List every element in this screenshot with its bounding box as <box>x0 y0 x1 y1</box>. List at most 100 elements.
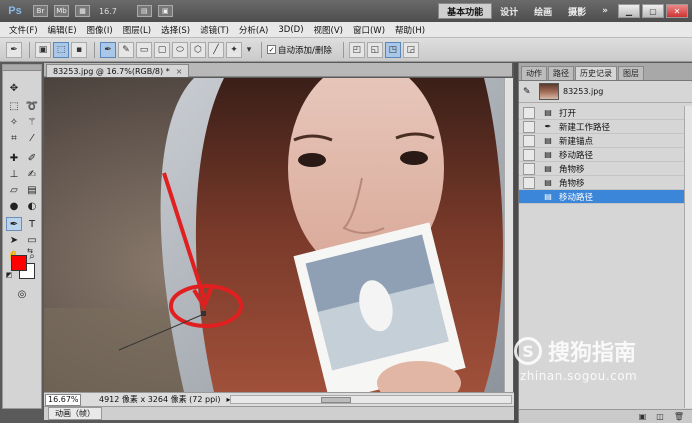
exclude-path-button[interactable]: ◲ <box>402 41 419 58</box>
rectangle-shape-tool[interactable]: ▭ <box>24 233 40 247</box>
paths-mode-button[interactable]: ⬚ <box>53 41 69 58</box>
workspace-photography[interactable]: 摄影 <box>560 3 594 19</box>
freeform-pen-button[interactable]: ✎ <box>118 41 134 58</box>
clone-stamp-tool[interactable]: ⊥ <box>6 167 22 181</box>
bridge-button[interactable]: Br <box>33 4 48 19</box>
ellipse-tool-button[interactable]: ⬭ <box>172 41 188 58</box>
history-item[interactable]: ✒ 新建工作路径 <box>519 120 692 134</box>
more-workspaces-button[interactable]: » <box>594 3 616 19</box>
document-canvas[interactable] <box>44 78 504 392</box>
default-colors-icon[interactable]: ◩ <box>5 271 13 279</box>
new-document-from-state-icon[interactable]: ▣ <box>639 412 647 421</box>
path-selection-tool[interactable]: ➤ <box>6 233 22 247</box>
gradient-tool[interactable]: ▤ <box>24 183 40 197</box>
screen-mode-button[interactable]: ▣ <box>157 4 173 19</box>
history-item[interactable]: ▤ 角物移 <box>519 162 692 176</box>
close-button[interactable]: ✕ <box>666 4 688 18</box>
blur-tool[interactable]: ● <box>6 199 22 213</box>
history-brush-tool[interactable]: ✍ <box>24 167 40 181</box>
animation-tab[interactable]: 动画（帧） <box>48 407 102 420</box>
menu-edit[interactable]: 编辑(E) <box>43 24 82 36</box>
pen-tool-button[interactable]: ✒ <box>100 41 116 58</box>
dodge-tool[interactable]: ◐ <box>24 199 40 213</box>
workspace-design[interactable]: 设计 <box>492 3 526 19</box>
rectangle-tool-button[interactable]: ▭ <box>136 41 152 58</box>
history-snapshot[interactable]: ✎ 83253.jpg <box>519 81 692 103</box>
magic-wand-tool[interactable]: ⚚ <box>24 115 40 129</box>
vertical-scrollbar[interactable] <box>504 78 513 392</box>
brush-tool[interactable]: ✐ <box>24 151 40 165</box>
arrange-documents-button[interactable]: ▤ <box>136 4 152 19</box>
ps-logo: Ps <box>8 5 22 17</box>
anchor-point[interactable] <box>201 311 206 316</box>
history-panel-footer: ▣ ◫ 🗑 <box>519 409 692 423</box>
history-item-selected[interactable]: ▤ 移动路径 <box>519 190 692 204</box>
trash-icon[interactable]: 🗑 <box>674 412 684 421</box>
document-tab[interactable]: 83253.jpg @ 16.7%(RGB/8) * × <box>46 64 190 77</box>
workspace-essentials[interactable]: 基本功能 <box>438 3 493 19</box>
history-item[interactable]: ▤ 打开 <box>519 106 692 120</box>
intersect-path-button[interactable]: ◳ <box>384 41 401 58</box>
marquee-tool[interactable]: ⬚ <box>6 99 22 113</box>
history-scrollbar[interactable] <box>684 106 692 408</box>
quick-selection-tool[interactable]: ✧ <box>6 115 22 129</box>
view-extras-button[interactable]: ▦ <box>75 4 90 19</box>
toolbox-grip[interactable] <box>3 65 41 71</box>
menu-layer[interactable]: 图层(L) <box>118 24 156 36</box>
menu-image[interactable]: 图像(I) <box>82 24 118 36</box>
menu-view[interactable]: 视图(V) <box>309 24 348 36</box>
maximize-button[interactable]: ▢ <box>642 4 664 18</box>
tab-paths[interactable]: 路径 <box>548 66 574 80</box>
custom-shape-tool-button[interactable]: ✦ <box>226 41 242 58</box>
fill-pixels-button[interactable]: ▪ <box>71 41 87 58</box>
move-tool[interactable]: ✥ <box>6 81 22 95</box>
menu-window[interactable]: 窗口(W) <box>348 24 390 36</box>
rounded-rectangle-tool-button[interactable]: ▢ <box>154 41 170 58</box>
shape-layers-button[interactable]: ▣ <box>35 41 51 58</box>
quick-mask-button[interactable]: ◎ <box>14 287 30 301</box>
history-brush-source-icon[interactable]: ✎ <box>523 87 533 97</box>
new-snapshot-icon[interactable]: ◫ <box>656 412 664 421</box>
tab-history[interactable]: 历史记录 <box>575 66 617 80</box>
crop-tool[interactable]: ⌗ <box>6 131 22 145</box>
minimize-button[interactable]: ▁ <box>618 4 640 18</box>
line-tool-button[interactable]: ╱ <box>208 41 224 58</box>
menu-help[interactable]: 帮助(H) <box>390 24 430 36</box>
healing-brush-tool[interactable]: ✚ <box>6 151 22 165</box>
tab-layers[interactable]: 图层 <box>618 66 644 80</box>
swap-colors-icon[interactable]: ⇆ <box>25 247 35 255</box>
eraser-tool[interactable]: ▱ <box>6 183 22 197</box>
menu-3d[interactable]: 3D(D) <box>273 25 308 35</box>
add-to-path-button[interactable]: ◰ <box>348 41 365 58</box>
lasso-tool[interactable]: ➰ <box>24 99 40 113</box>
subtract-path-button[interactable]: ◱ <box>366 41 383 58</box>
menu-file[interactable]: 文件(F) <box>4 24 43 36</box>
eyedropper-icon: ⁄ <box>31 132 33 144</box>
geometry-options-dropdown[interactable]: ▾ <box>244 42 254 58</box>
polygon-tool-button[interactable]: ⬡ <box>190 41 206 58</box>
menu-analysis[interactable]: 分析(A) <box>234 24 273 36</box>
menu-select[interactable]: 选择(S) <box>156 24 195 36</box>
type-tool[interactable]: T <box>24 217 40 231</box>
stamp-icon: ⊥ <box>9 168 19 180</box>
workspace-painting[interactable]: 绘画 <box>526 3 560 19</box>
zoom-level-dropdown[interactable]: 16.7 <box>99 7 117 16</box>
arrange-icon: ▤ <box>136 5 152 17</box>
menu-filter[interactable]: 滤镜(T) <box>195 24 234 36</box>
close-tab-icon[interactable]: × <box>176 67 183 76</box>
horizontal-scrollbar[interactable] <box>230 395 512 404</box>
mini-bridge-button[interactable]: Mb <box>54 4 69 19</box>
history-item[interactable]: ▤ 新建锚点 <box>519 134 692 148</box>
foreground-color-swatch[interactable] <box>11 255 27 271</box>
eyedropper-tool[interactable]: ⁄ <box>24 131 40 145</box>
zoom-field[interactable]: 16.67% <box>45 393 81 406</box>
pen-tool-preset-picker[interactable]: ✒ <box>6 41 22 58</box>
history-item[interactable]: ▤ 角物移 <box>519 176 692 190</box>
tab-actions[interactable]: 动作 <box>521 66 547 80</box>
scroll-thumb[interactable] <box>321 397 351 403</box>
fill-pixels-icon: ▪ <box>75 44 83 55</box>
history-item[interactable]: ▤ 移动路径 <box>519 148 692 162</box>
pen-tool[interactable]: ✒ <box>6 217 22 231</box>
add-path-icon: ◰ <box>352 44 362 55</box>
auto-add-delete-checkbox[interactable]: ✓ <box>267 45 276 54</box>
